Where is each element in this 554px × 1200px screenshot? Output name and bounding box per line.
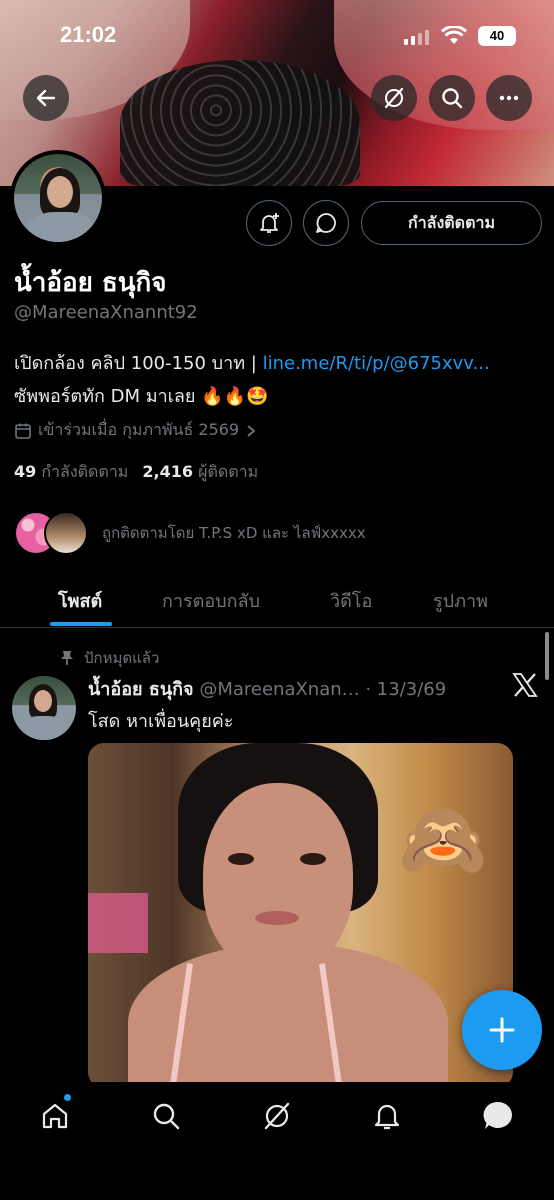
calendar-icon: [15, 423, 31, 439]
followers-count: 2,416: [142, 462, 193, 481]
messages-icon: [483, 1101, 512, 1129]
x-logo-icon: [512, 672, 538, 702]
grok-icon: [264, 1102, 290, 1130]
followers-label: ผู้ติดตาม: [198, 462, 259, 481]
scrollbar[interactable]: [545, 632, 549, 680]
following-label: กำลังติดตาม: [41, 462, 129, 481]
tab-videos[interactable]: วิดีโอ: [330, 572, 372, 628]
post-text: โสด หาเพื่อนคุยค่ะ: [88, 711, 234, 732]
follow-stats: 49 กำลังติดตาม 2,416 ผู้ติดตาม: [14, 460, 258, 485]
user-handle: @MareenaXnannt92: [14, 302, 198, 323]
grok-icon: [384, 87, 404, 109]
see-no-evil-monkey-emoji: 🙈: [398, 797, 488, 881]
home-icon: [42, 1103, 68, 1129]
post-header: น้ำอ้อย ธนุกิจ @MareenaXnan… · 13/3/69: [88, 674, 446, 703]
back-button[interactable]: [23, 75, 69, 121]
message-button[interactable]: [303, 200, 349, 246]
nav-home[interactable]: [35, 1096, 75, 1136]
notifications-icon: [374, 1104, 400, 1130]
more-icon: [499, 95, 519, 101]
wifi-icon: [440, 25, 468, 50]
display-name: น้ำอ้อย ธนุกิจ: [14, 268, 167, 298]
follower-avatar: [44, 511, 88, 555]
nav-notifications[interactable]: [367, 1096, 407, 1136]
post-author-name[interactable]: น้ำอ้อย ธนุกิจ: [88, 679, 194, 700]
bio-link[interactable]: line.me/R/ti/p/@675xvv...: [263, 353, 490, 374]
plus-icon: [489, 1017, 515, 1043]
battery-indicator: 40: [478, 26, 516, 46]
grok-button[interactable]: [371, 75, 417, 121]
bio-line-2: ซัพพอร์ตทัก DM มาเลย 🔥🔥🤩: [14, 386, 269, 407]
search-button[interactable]: [429, 75, 475, 121]
tab-photos[interactable]: รูปภาพ: [433, 572, 488, 628]
post-author-avatar[interactable]: [12, 676, 76, 740]
joined-date-row[interactable]: เข้าร่วมเมื่อ กุมภาพันธ์ 2569: [14, 418, 257, 443]
following-stat[interactable]: 49 กำลังติดตาม: [14, 460, 128, 485]
nav-messages[interactable]: [478, 1096, 518, 1136]
compose-post-button[interactable]: [462, 990, 542, 1070]
followed-by-text: ถูกติดตามโดย T.P.S xD และ ไลฟ์xxxxx: [102, 524, 366, 542]
following-button[interactable]: กำลังติดตาม: [361, 201, 542, 245]
bio-text: เปิดกล้อง คลิป 100-150 บาท |: [14, 353, 263, 374]
home-unread-dot: [64, 1094, 71, 1101]
bell-plus-icon: [260, 213, 279, 233]
bottom-navigation: [0, 1082, 554, 1200]
status-time: 21:02: [60, 22, 117, 47]
back-arrow-icon: [36, 89, 56, 107]
tab-replies[interactable]: การตอบกลับ: [162, 572, 260, 628]
followed-by-row[interactable]: ถูกติดตามโดย T.P.S xD และ ไลฟ์xxxxx: [14, 510, 366, 556]
notify-subscribe-button[interactable]: [246, 200, 292, 246]
chat-bubble-icon: [316, 213, 336, 233]
tab-posts[interactable]: โพสต์: [58, 572, 102, 628]
pinned-label-row: ปักหมุดแล้ว: [60, 646, 159, 670]
profile-tabs: โพสต์ การตอบกลับ วิดีโอ รูปภาพ: [0, 572, 554, 628]
following-count: 49: [14, 462, 37, 481]
chevron-right-icon: [247, 424, 256, 437]
nav-grok[interactable]: [257, 1096, 297, 1136]
followers-stat[interactable]: 2,416 ผู้ติดตาม: [142, 460, 258, 485]
pin-icon: [61, 651, 73, 665]
status-bar: 21:02 40: [0, 20, 554, 54]
post-author-handle-date: @MareenaXnan… · 13/3/69: [193, 679, 447, 700]
profile-avatar[interactable]: [10, 150, 106, 246]
cellular-signal-icon: [404, 30, 429, 45]
more-button[interactable]: [486, 75, 532, 121]
joined-date: เข้าร่วมเมื่อ กุมภาพันธ์ 2569: [38, 420, 240, 439]
post-image[interactable]: 🙈: [88, 743, 513, 1088]
nav-search[interactable]: [146, 1096, 186, 1136]
search-icon: [442, 88, 463, 109]
pinned-label: ปักหมุดแล้ว: [84, 649, 160, 667]
active-tab-indicator: [50, 622, 112, 626]
search-icon: [153, 1103, 180, 1130]
bio-line-1: เปิดกล้อง คลิป 100-150 บาท | line.me/R/t…: [14, 348, 490, 377]
